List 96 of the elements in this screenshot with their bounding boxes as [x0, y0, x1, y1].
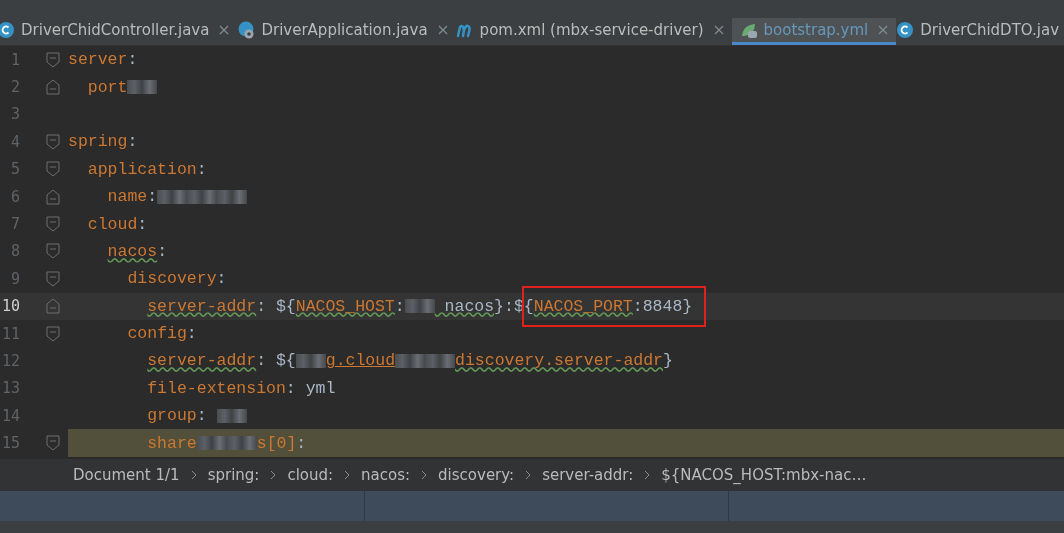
pixelated-block [295, 354, 326, 368]
line-number: 2 [9, 78, 20, 97]
code-token: discovery [127, 269, 217, 289]
class-icon [0, 21, 15, 39]
editor-tab[interactable]: DriverChidController.java [0, 18, 238, 45]
code-token: : [285, 378, 297, 398]
code-token: port [87, 77, 128, 97]
chevron-icon [643, 470, 652, 480]
code-token: file-extension [147, 378, 286, 398]
close-icon[interactable] [878, 25, 889, 35]
line-number: 1 [9, 50, 20, 69]
code-token: nacos [443, 296, 495, 316]
pixelated-block [196, 436, 227, 451]
code-token: s[0] [256, 433, 297, 453]
breadcrumb-item[interactable]: discovery: [438, 466, 515, 484]
code-token: server [68, 50, 128, 70]
code-token: : [127, 50, 138, 70]
line-number: 13 [0, 379, 20, 398]
code-token: cloud [87, 214, 138, 234]
code-token: : [632, 296, 643, 316]
line-number: 8 [9, 242, 20, 261]
code-token: : [186, 324, 197, 344]
close-icon[interactable] [713, 25, 724, 35]
code-token: NACOS_HOST [295, 296, 395, 316]
code-token: : [147, 187, 158, 207]
breadcrumb-item[interactable]: cloud: [287, 466, 334, 484]
code-token: share [147, 433, 197, 453]
chevron-icon [420, 470, 429, 480]
fold-marker-icon[interactable] [46, 323, 60, 344]
code-token: : [157, 241, 168, 261]
breadcrumb-item[interactable]: Document 1/1 [73, 466, 180, 484]
chevron-icon [343, 470, 352, 480]
code-token: NACOS_PORT [533, 296, 633, 316]
line-number: 9 [9, 269, 20, 288]
line-number: 6 [9, 187, 20, 206]
leaf-file-icon [739, 21, 758, 39]
pixelated-block [216, 408, 247, 423]
breadcrumb-item[interactable]: nacos: [361, 466, 411, 484]
code-token: group [147, 406, 197, 426]
code-token: } [663, 351, 673, 371]
code-token: yml [305, 378, 336, 398]
breadcrumb-item[interactable]: ${NACOS_HOST:mbx-nac… [661, 466, 867, 484]
code-token: : [296, 433, 307, 453]
fold-marker-icon[interactable] [46, 268, 60, 289]
breadcrumb-item[interactable]: server-addr: [542, 466, 634, 484]
pixelated-block [217, 189, 248, 204]
code-token: nacos [107, 241, 158, 261]
code-token: name [107, 187, 148, 207]
code-token: server-addr [147, 296, 257, 316]
code-token: g.cloud [325, 351, 396, 371]
code-token: config [127, 324, 187, 344]
chevron-icon [189, 470, 198, 480]
breadcrumb-item[interactable]: spring: [207, 466, 260, 484]
line-number: 14 [0, 406, 20, 425]
class-icon [896, 21, 915, 39]
editor-tab[interactable]: DriverChidDTO.jav [896, 18, 1064, 45]
code-token: : [127, 132, 138, 152]
chevron-icon [269, 470, 278, 480]
code-token: : [196, 159, 207, 179]
close-icon[interactable] [437, 25, 448, 35]
pixelated-block [127, 80, 158, 95]
line-number: 3 [9, 105, 20, 124]
code-token: { [523, 296, 534, 316]
code-token: discovery.server-addr [455, 351, 663, 371]
pixelated-block [425, 354, 456, 368]
code-token: 8848} [642, 296, 693, 316]
fold-marker-icon[interactable] [46, 296, 60, 317]
line-number: 12 [0, 352, 20, 370]
line-number: 7 [9, 215, 20, 234]
chevron-icon [524, 470, 533, 480]
gear-class-icon [237, 21, 256, 39]
code-token: : ${ [256, 296, 296, 316]
fold-marker-icon[interactable] [46, 131, 60, 152]
pixelated-block [226, 436, 257, 451]
pixelated-block [187, 189, 218, 204]
line-number: 15 [0, 434, 20, 453]
editor-tab[interactable]: pom.xml (mbx-service-driver) [455, 18, 732, 45]
line-number: 4 [9, 132, 20, 151]
code-token: : [394, 296, 405, 316]
fold-marker-icon[interactable] [46, 77, 60, 98]
code-token: server-addr [147, 351, 257, 371]
pixelated-block [157, 189, 188, 204]
pixelated-block [404, 299, 435, 314]
code-token: : [216, 269, 227, 289]
pixelated-block [395, 354, 426, 368]
fold-marker-icon[interactable] [46, 49, 60, 70]
close-icon[interactable] [219, 25, 230, 35]
line-number: 10 [0, 297, 20, 316]
code-token: : [137, 214, 148, 234]
line-number: 11 [0, 324, 20, 343]
line-number: 5 [9, 160, 20, 179]
code-token: application [87, 159, 197, 179]
code-token: : ${ [256, 351, 296, 371]
code-token: spring [68, 132, 128, 152]
code-token: : [196, 406, 208, 426]
editor-tab[interactable]: DriverApplication.java [237, 18, 456, 45]
